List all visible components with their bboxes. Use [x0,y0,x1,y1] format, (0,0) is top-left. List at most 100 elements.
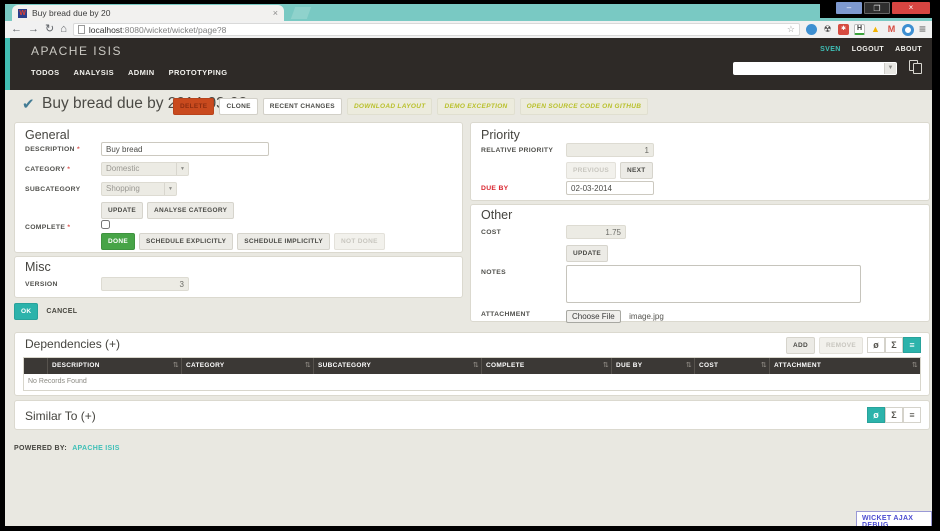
window-caption: – ❐ × [820,0,932,18]
extension-icon-2[interactable]: ✱ [838,24,849,35]
window-maximize-button[interactable]: ❐ [864,2,890,14]
home-icon[interactable]: ⌂ [60,21,67,38]
footer-brand-link[interactable]: APACHE ISIS [72,445,120,452]
list-view-icon[interactable]: ≡ [903,337,921,353]
ok-button[interactable]: OK [14,303,38,320]
similar-to-panel: Similar To (+) ø Σ ≡ [14,400,930,430]
menu-item-prototyping[interactable]: PROTOTYPING [169,68,228,77]
window-close-button[interactable]: × [892,2,930,14]
about-link[interactable]: ABOUT [895,46,922,53]
logout-link[interactable]: LOGOUT [852,46,884,53]
wicket-ajax-debug-link[interactable]: WICKET AJAX DEBUG [856,511,932,526]
search-dropdown-icon[interactable]: ▼ [884,63,896,74]
open-source-button[interactable]: OPEN SOURCE CODE ON GITHUB [520,98,649,115]
column-header-description[interactable]: DESCRIPTION⇅ [48,358,182,374]
description-field[interactable] [101,142,269,156]
back-icon[interactable]: ← [11,21,22,38]
misc-heading: Misc [25,260,51,274]
extension-row: ☢ ✱ H ▲ M ≡ [806,21,926,38]
relative-priority-field [566,143,654,157]
not-done-button: NOT DONE [334,233,385,250]
table-body: No Records Found [24,374,920,390]
hide-columns-icon[interactable]: ø [867,407,885,423]
dependencies-panel: Dependencies (+) ADD REMOVE ø Σ ≡ DESCRI… [14,332,930,396]
refresh-icon[interactable]: ↻ [45,21,54,38]
menu-item-analysis[interactable]: ANALYSIS [74,68,114,77]
forward-icon[interactable]: → [28,21,39,38]
category-label: CATEGORY * [25,166,70,173]
cost-label: COST [481,229,501,236]
demo-exception-button[interactable]: DEMO EXCEPTION [437,98,514,115]
menu-item-admin[interactable]: ADMIN [128,68,155,77]
url-input[interactable]: localhost:8080/wicket/wicket/page?8 ☆ [73,23,800,36]
column-header-subcategory[interactable]: SUBCATEGORY⇅ [314,358,482,374]
sort-icon[interactable]: ⇅ [603,358,609,374]
menu-item-todos[interactable]: TODOS [31,68,60,77]
notes-label: NOTES [481,269,506,276]
form-action-row: OK CANCEL [14,303,77,320]
schedule-explicitly-button[interactable]: SCHEDULE EXPLICITLY [139,233,233,250]
column-header-category[interactable]: CATEGORY⇅ [182,358,314,374]
chevron-down-icon: ▼ [176,163,188,175]
hide-columns-icon[interactable]: ø [867,337,885,353]
extension-icon-4[interactable] [902,24,914,36]
gmail-extension-icon[interactable]: M [886,24,897,35]
priority-heading: Priority [481,128,520,142]
version-field [101,277,189,291]
tab-title: Buy bread due by 20 [32,8,268,18]
url-text[interactable]: localhost:8080/wicket/wicket/page?8 [89,25,783,35]
header-search-input[interactable]: ▼ [733,62,897,75]
sort-icon[interactable]: ⇅ [686,358,692,374]
sort-icon[interactable]: ⇅ [305,358,311,374]
dependencies-table: DESCRIPTION⇅ CATEGORY⇅ SUBCATEGORY⇅ COMP… [23,357,921,391]
extension-icon-3[interactable]: H [854,24,865,35]
radiation-extension-icon[interactable]: ☢ [822,24,833,35]
choose-file-button[interactable]: Choose File [566,310,621,323]
list-view-icon[interactable]: ≡ [903,407,921,423]
complete-checkbox[interactable] [101,220,110,229]
column-header-complete[interactable]: COMPLETE⇅ [482,358,612,374]
column-header-cost[interactable]: COST⇅ [695,358,770,374]
schedule-implicitly-button[interactable]: SCHEDULE IMPLICITLY [237,233,330,250]
sort-icon[interactable]: ⇅ [761,358,767,374]
window-minimize-button[interactable]: – [836,2,862,14]
extension-icon-1[interactable] [806,24,817,35]
column-header-due-by[interactable]: DUE BY⇅ [612,358,695,374]
browser-tab[interactable]: W Buy bread due by 20 × [12,5,284,21]
drive-extension-icon[interactable]: ▲ [870,24,881,35]
sort-icon[interactable]: ⇅ [473,358,479,374]
sort-icon[interactable]: ⇅ [912,358,918,374]
other-panel: Other COST UPDATE NOTES ATTACHMENT Choos… [470,204,930,322]
update-button[interactable]: UPDATE [101,202,143,219]
user-link[interactable]: SVEN [820,46,841,53]
todo-check-icon: ✔ [22,95,35,113]
bookmark-star-icon[interactable]: ☆ [787,24,795,35]
update-cost-button[interactable]: UPDATE [566,245,608,262]
tab-close-icon[interactable]: × [273,8,278,18]
clone-button[interactable]: CLONE [219,98,257,115]
next-button[interactable]: NEXT [620,162,653,179]
done-button[interactable]: DONE [101,233,135,250]
category-select[interactable]: Domestic▼ [101,162,189,176]
due-by-field[interactable] [566,181,654,195]
due-by-label: DUE BY [481,185,508,192]
sort-icon[interactable]: ⇅ [173,358,179,374]
copy-page-icon[interactable] [909,60,925,75]
analyse-category-button[interactable]: ANALYSE CATEGORY [147,202,234,219]
column-header-attachment[interactable]: ATTACHMENT⇅ [770,358,920,374]
new-tab-button[interactable] [291,7,311,19]
previous-button: PREVIOUS [566,162,616,179]
summary-sigma-icon[interactable]: Σ [885,407,903,423]
download-layout-button[interactable]: DOWNLOAD LAYOUT [347,98,433,115]
subcategory-select[interactable]: Shopping▼ [101,182,177,196]
delete-button[interactable]: DELETE [173,98,214,115]
browser-menu-icon[interactable]: ≡ [919,21,926,38]
description-label: DESCRIPTION * [25,146,80,153]
similar-to-heading: Similar To (+) [25,409,96,423]
notes-field[interactable] [566,265,861,303]
cancel-button[interactable]: CANCEL [46,308,77,315]
recent-changes-button[interactable]: RECENT CHANGES [263,98,342,115]
add-button[interactable]: ADD [786,337,815,354]
summary-sigma-icon[interactable]: Σ [885,337,903,353]
session-links: SVEN LOGOUT ABOUT [820,46,922,53]
